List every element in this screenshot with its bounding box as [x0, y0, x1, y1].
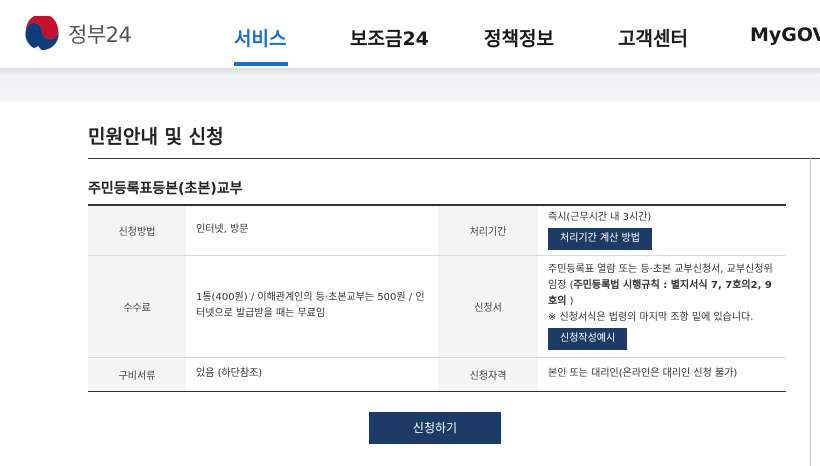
row-value-eligibility: 본인 또는 대리인(온라인은 대리인 신청 불가) — [548, 368, 738, 379]
row-value-processing-time: 즉시(근무시간 내 3시간) 처리기간 계산 방법 — [538, 205, 786, 255]
application-form-text: 주민등록표 열람 또는 등·초본 교부신청서, 교부신청위임장 (주민등록법 시… — [548, 262, 776, 310]
row-label-documents: 구비서류 — [88, 357, 186, 391]
site-header: 정부24 서비스 보조금24 정책정보 고객센터 MyGOV — [0, 0, 820, 68]
site-logo[interactable]: 정부24 — [24, 13, 134, 55]
form-text-suffix: ) — [569, 296, 574, 307]
title-divider — [88, 158, 820, 159]
main-content: 민원안내 및 신청 주민등록표등본(초본)교부 신청방법 인터넷, 방문 처리기… — [0, 102, 820, 466]
header-shadow-band — [0, 68, 820, 102]
form-law-reference[interactable]: 주민등록법 시행규칙 : 별지서식 7, 7호의2, 9호의 — [548, 280, 772, 307]
processing-time-text: 즉시(근무시간 내 3시간) — [548, 212, 652, 224]
form-example-button[interactable]: 신청작성예시 — [548, 328, 628, 350]
row-label-fee: 수수료 — [88, 255, 186, 357]
row-value-application-form: 주민등록표 열람 또는 등·초본 교부신청서, 교부신청위임장 (주민등록법 시… — [538, 255, 786, 357]
nav-item-customer-center[interactable]: 고객센터 — [618, 24, 688, 51]
application-form-note: ※ 신청서식은 법령의 마지막 조항 밑에 있습니다. — [548, 312, 754, 323]
row-value-documents: 있음 (하단참조) — [196, 368, 263, 379]
row-value-fee: 1통(400원) / 이해관계인의 등·초본교부는 500원 / 인터넷으로 발… — [196, 292, 425, 319]
row-value-method: 인터넷, 방문 — [196, 224, 249, 236]
logo-text: 정부24 — [68, 23, 132, 47]
section-title: 주민등록표등본(초본)교부 — [88, 181, 243, 197]
service-info-table: 신청방법 인터넷, 방문 처리기간 즉시(근무시간 내 3시간) 처리기간 계산… — [88, 204, 786, 392]
row-label-method: 신청방법 — [88, 205, 186, 255]
row-label-application-form: 신청서 — [438, 255, 538, 357]
taegeuk-logo-icon — [24, 16, 60, 52]
nav-item-mygov[interactable]: MyGOV — [750, 24, 820, 46]
side-divider — [810, 158, 811, 466]
page-title: 민원안내 및 신청 — [88, 126, 224, 148]
nav-item-services[interactable]: 서비스 — [234, 24, 286, 51]
apply-button[interactable]: 신청하기 — [369, 412, 501, 444]
nav-item-subsidy24[interactable]: 보조금24 — [350, 24, 429, 51]
row-label-processing-time: 처리기간 — [438, 205, 538, 255]
row-label-eligibility: 신청자격 — [438, 357, 538, 391]
table-row: 구비서류 있음 (하단참조) 신청자격 본인 또는 대리인(온라인은 대리인 신… — [88, 357, 786, 391]
nav-item-policy-info[interactable]: 정책정보 — [484, 24, 554, 51]
active-tab-indicator — [234, 62, 288, 66]
table-row: 신청방법 인터넷, 방문 처리기간 즉시(근무시간 내 3시간) 처리기간 계산… — [88, 205, 786, 255]
table-row: 수수료 1통(400원) / 이해관계인의 등·초본교부는 500원 / 인터넷… — [88, 255, 786, 357]
processing-time-calc-button[interactable]: 처리기간 계산 방법 — [548, 228, 652, 251]
